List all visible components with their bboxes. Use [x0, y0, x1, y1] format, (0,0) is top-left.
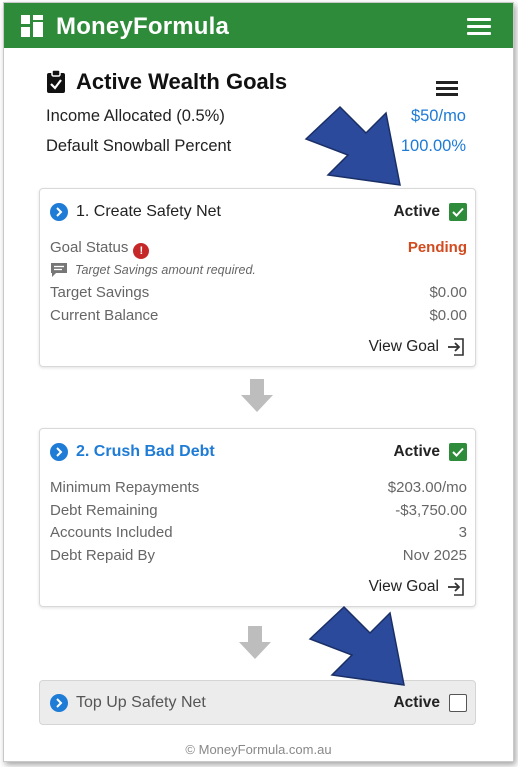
goal-title[interactable]: 2. Crush Bad Debt [76, 443, 393, 461]
goal-status-row: Goal Status! Pending [50, 239, 467, 259]
active-label: Active [393, 443, 440, 460]
row-value: 3 [458, 524, 467, 541]
goal-card-top-up-safety-net: Top Up Safety Net Active [39, 680, 476, 725]
view-goal-button[interactable]: View Goal [369, 338, 465, 356]
comment-icon [51, 263, 67, 277]
goal-row-accounts-included: Accounts Included 3 [50, 524, 467, 541]
active-label: Active [393, 203, 440, 220]
clipboard-check-icon [47, 70, 65, 93]
summary-label: Default Snowball Percent [46, 137, 232, 155]
alert-circle-icon[interactable]: ! [133, 243, 150, 259]
sign-in-icon [448, 578, 464, 596]
goal-card-header: 2. Crush Bad Debt Active [50, 443, 467, 461]
chevron-right-circle-icon[interactable] [50, 203, 68, 221]
goal-row-current-balance: Current Balance $0.00 [50, 307, 467, 324]
row-value: Nov 2025 [402, 547, 467, 564]
goal-row-debt-remaining: Debt Remaining -$3,750.00 [50, 502, 467, 519]
active-checkbox[interactable] [449, 694, 467, 712]
brand-name[interactable]: MoneyFormula [56, 13, 229, 41]
goal-card-header: Top Up Safety Net Active [50, 694, 467, 712]
goal-card-safety-net: 1. Create Safety Net Active Goal Status!… [39, 188, 476, 367]
row-label: Debt Repaid By [50, 547, 156, 564]
row-label: Debt Remaining [50, 502, 158, 519]
summary-snowball-percent: Default Snowball Percent 100.00% [46, 137, 466, 156]
sign-in-icon [448, 338, 464, 356]
goal-card-header: 1. Create Safety Net Active [50, 203, 467, 221]
chevron-right-circle-icon[interactable] [50, 694, 68, 712]
checkbox-checked-icon [452, 447, 464, 457]
summary-label: Income Allocated (0.5%) [46, 107, 225, 125]
note-text: Target Savings amount required. [75, 263, 256, 277]
view-goal-button[interactable]: View Goal [369, 578, 465, 596]
row-label: Current Balance [50, 307, 159, 324]
goal-card-bad-debt: 2. Crush Bad Debt Active Minimum Repayme… [39, 428, 476, 607]
goal-row-min-repayments: Minimum Repayments $203.00/mo [50, 479, 467, 496]
summary-income-allocated: Income Allocated (0.5%) $50/mo [46, 107, 466, 126]
arrow-down-icon [239, 626, 271, 659]
status-label-text: Goal Status [50, 239, 129, 256]
list-icon[interactable] [436, 81, 458, 97]
goal-note: Target Savings amount required. [50, 262, 256, 278]
row-value: -$3,750.00 [395, 502, 467, 519]
arrow-down-icon [241, 379, 273, 412]
goal-row-target-savings: Target Savings $0.00 [50, 284, 467, 301]
status-badge: Pending [407, 239, 467, 256]
summary-value-link[interactable]: $50/mo [411, 107, 466, 126]
hamburger-menu-icon[interactable] [467, 18, 491, 36]
app-frame: MoneyFormula Active Wealth Goals Income … [3, 2, 514, 762]
goal-row-debt-repaid-by: Debt Repaid By Nov 2025 [50, 547, 467, 564]
row-value: $0.00 [429, 284, 467, 301]
grid-logo-icon[interactable] [21, 15, 43, 37]
top-bar: MoneyFormula [4, 3, 513, 48]
footer-copyright: © MoneyFormula.com.au [185, 742, 332, 757]
row-label: Minimum Repayments [50, 479, 200, 496]
checkbox-checked-icon [452, 207, 464, 217]
row-value: $203.00/mo [387, 479, 467, 496]
active-checkbox[interactable] [449, 203, 467, 221]
goal-title[interactable]: Top Up Safety Net [76, 694, 393, 712]
row-label: Target Savings [50, 284, 150, 301]
active-label: Active [393, 694, 440, 711]
view-goal-label: View Goal [368, 338, 439, 355]
goal-status-label: Goal Status! [50, 239, 150, 259]
goal-title[interactable]: 1. Create Safety Net [76, 203, 393, 221]
page-title: Active Wealth Goals [76, 69, 288, 94]
row-label: Accounts Included [50, 524, 173, 541]
chevron-right-circle-icon[interactable] [50, 443, 68, 461]
row-value: $0.00 [429, 307, 467, 324]
active-checkbox[interactable] [449, 443, 467, 461]
view-goal-label: View Goal [368, 578, 439, 595]
page-header: Active Wealth Goals [46, 69, 287, 95]
summary-value-link[interactable]: 100.00% [401, 137, 466, 156]
